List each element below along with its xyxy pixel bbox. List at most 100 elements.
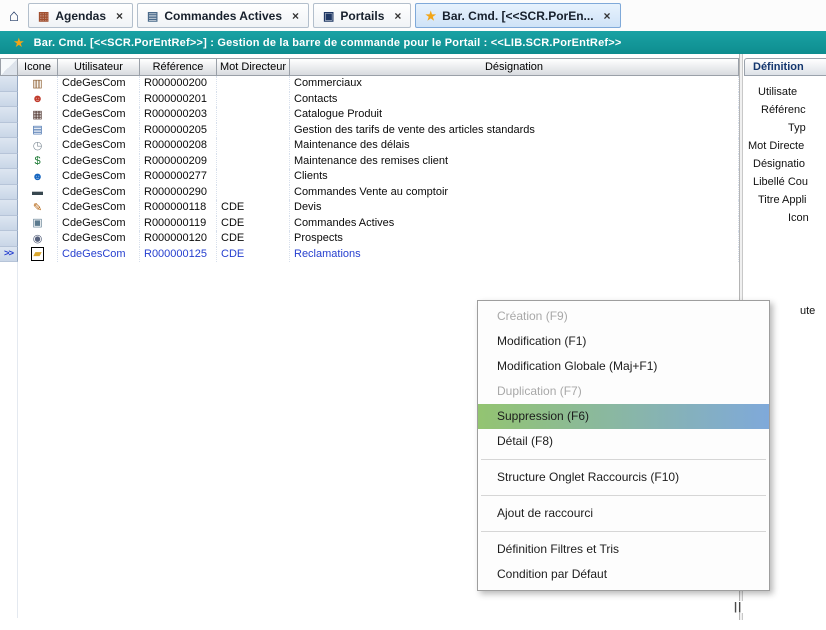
panel-label: Référenc	[761, 104, 806, 116]
row-selector-cell[interactable]: >>	[0, 247, 18, 263]
splitter-grip-icon[interactable]: ||	[733, 601, 743, 613]
tab-commandes-actives[interactable]: ▤Commandes Actives×	[137, 3, 309, 28]
row-selector-header[interactable]	[0, 58, 18, 76]
menu-separator	[481, 495, 766, 496]
menu-item-duplication: Duplication (F7)	[478, 379, 769, 404]
contacts-icon: ☻	[32, 93, 44, 105]
home-icon[interactable]: ⌂	[0, 0, 28, 31]
cell-reference: R000000203	[140, 107, 217, 123]
row-icon-cell: ▥	[18, 76, 58, 92]
tarifs-vente-icon: ▤	[32, 124, 42, 136]
portal-icon: ▣	[323, 9, 334, 23]
cell-mot-directeur	[217, 123, 290, 139]
tab-close-icon[interactable]: ×	[292, 9, 299, 23]
cell-designation: Commandes Actives	[290, 216, 739, 232]
menu-item-structure-onglet-raccourcis[interactable]: Structure Onglet Raccourcis (F10)	[478, 465, 769, 490]
cell-utilisateur: CdeGesCom	[58, 123, 140, 139]
panel-label: Utilisate	[758, 86, 797, 98]
menu-item-modification[interactable]: Modification (F1)	[478, 329, 769, 354]
menu-item-condition-par-defaut[interactable]: Condition par Défaut	[478, 562, 769, 587]
menu-separator	[481, 531, 766, 532]
row-selector-cell[interactable]	[0, 138, 18, 154]
row-selector-cell[interactable]	[0, 123, 18, 139]
cell-mot-directeur	[217, 107, 290, 123]
cell-designation: Maintenance des délais	[290, 138, 739, 154]
column-header-icone[interactable]: Icone	[18, 58, 58, 76]
tab-portails[interactable]: ▣Portails×	[313, 3, 411, 28]
row-selector-cell[interactable]	[0, 231, 18, 247]
tab-label: Bar. Cmd. [<<SCR.PorEn...	[442, 9, 593, 23]
tab-close-icon[interactable]: ×	[116, 9, 123, 23]
menu-item-detail[interactable]: Détail (F8)	[478, 429, 769, 454]
row-selector-cell[interactable]	[0, 107, 18, 123]
cell-mot-directeur	[217, 76, 290, 92]
clients-icon: ☻	[32, 171, 44, 183]
panel-label: Titre Appli	[758, 194, 807, 206]
tab-bar: ⌂ ▦Agendas×▤Commandes Actives×▣Portails×…	[0, 0, 826, 31]
tab-agendas[interactable]: ▦Agendas×	[28, 3, 133, 28]
application-window: ⌂ ▦Agendas×▤Commandes Actives×▣Portails×…	[0, 0, 826, 630]
cell-mot-directeur	[217, 92, 290, 108]
table-row[interactable]: ◷CdeGesComR000000208Maintenance des déla…	[0, 138, 739, 154]
row-selector-cell[interactable]	[0, 200, 18, 216]
column-header-utilisateur[interactable]: Utilisateur	[58, 58, 140, 76]
table-row[interactable]: ▣CdeGesComR000000119CDECommandes Actives	[0, 216, 739, 232]
clipboard-icon: ▤	[147, 9, 158, 23]
menu-item-creation: Création (F9)	[478, 304, 769, 329]
row-icon-cell: ▦	[18, 107, 58, 123]
table-row[interactable]: ☻CdeGesComR000000201Contacts	[0, 92, 739, 108]
table-row[interactable]: >>▰CdeGesComR000000125CDEReclamations	[0, 247, 739, 263]
cell-reference: R000000209	[140, 154, 217, 170]
panel-label: Désignatio	[753, 158, 805, 170]
row-selector-cell[interactable]	[0, 76, 18, 92]
menu-item-ajout-de-raccourci[interactable]: Ajout de raccourci	[478, 501, 769, 526]
table-row[interactable]: ▤CdeGesComR000000205Gestion des tarifs d…	[0, 123, 739, 139]
tab-bar-cmd[interactable]: ★ Bar. Cmd. [<<SCR.PorEn... ×	[415, 3, 620, 28]
cell-reference: R000000200	[140, 76, 217, 92]
cell-mot-directeur: CDE	[217, 200, 290, 216]
table-row[interactable]: ◉CdeGesComR000000120CDEProspects	[0, 231, 739, 247]
table-row[interactable]: ✎CdeGesComR000000118CDEDevis	[0, 200, 739, 216]
reclamations-icon: ▰	[32, 248, 42, 260]
cell-reference: R000000290	[140, 185, 217, 201]
row-selector-cell[interactable]	[0, 185, 18, 201]
panel-label: Mot Directe	[748, 140, 804, 152]
row-icon-cell: ☻	[18, 92, 58, 108]
grid-header: IconeUtilisateurRéférenceMot DirecteurDé…	[0, 58, 739, 76]
cell-mot-directeur	[217, 154, 290, 170]
cell-designation: Catalogue Produit	[290, 107, 739, 123]
row-icon-cell: ▰	[18, 247, 58, 263]
row-selector-cell[interactable]	[0, 92, 18, 108]
prospects-icon: ◉	[33, 233, 43, 245]
row-selector-cell[interactable]	[0, 169, 18, 185]
row-selector-cell[interactable]	[0, 154, 18, 170]
menu-item-modification-globale[interactable]: Modification Globale (Maj+F1)	[478, 354, 769, 379]
remises-client-icon: $	[34, 155, 40, 167]
menu-item-suppression[interactable]: Suppression (F6)	[478, 404, 769, 429]
column-header-designation[interactable]: Désignation	[290, 58, 739, 76]
row-icon-cell: ✎	[18, 200, 58, 216]
table-row[interactable]: $CdeGesComR000000209Maintenance des remi…	[0, 154, 739, 170]
table-row[interactable]: ▬CdeGesComR000000290Commandes Vente au c…	[0, 185, 739, 201]
table-row[interactable]: ▥CdeGesComR000000200Commerciaux	[0, 76, 739, 92]
row-selector-cell[interactable]	[0, 216, 18, 232]
devis-icon: ✎	[33, 202, 42, 214]
tab-close-icon[interactable]: ×	[394, 9, 401, 23]
cell-designation: Gestion des tarifs de vente des articles…	[290, 123, 739, 139]
menu-separator	[481, 459, 766, 460]
star-icon: ★	[13, 31, 25, 54]
column-header-reference[interactable]: Référence	[140, 58, 217, 76]
menu-item-definition-filtres-et-tris[interactable]: Définition Filtres et Tris	[478, 537, 769, 562]
cell-reference: R000000201	[140, 92, 217, 108]
tab-close-icon[interactable]: ×	[604, 9, 611, 23]
table-row[interactable]: ▦CdeGesComR000000203Catalogue Produit	[0, 107, 739, 123]
cell-mot-directeur: CDE	[217, 247, 290, 263]
cell-utilisateur: CdeGesCom	[58, 169, 140, 185]
cell-utilisateur: CdeGesCom	[58, 154, 140, 170]
cell-mot-directeur	[217, 185, 290, 201]
column-header-mot-directeur[interactable]: Mot Directeur	[217, 58, 290, 76]
table-row[interactable]: ☻CdeGesComR000000277Clients	[0, 169, 739, 185]
cell-reference: R000000118	[140, 200, 217, 216]
star-icon: ★	[425, 9, 436, 23]
cell-utilisateur: CdeGesCom	[58, 216, 140, 232]
